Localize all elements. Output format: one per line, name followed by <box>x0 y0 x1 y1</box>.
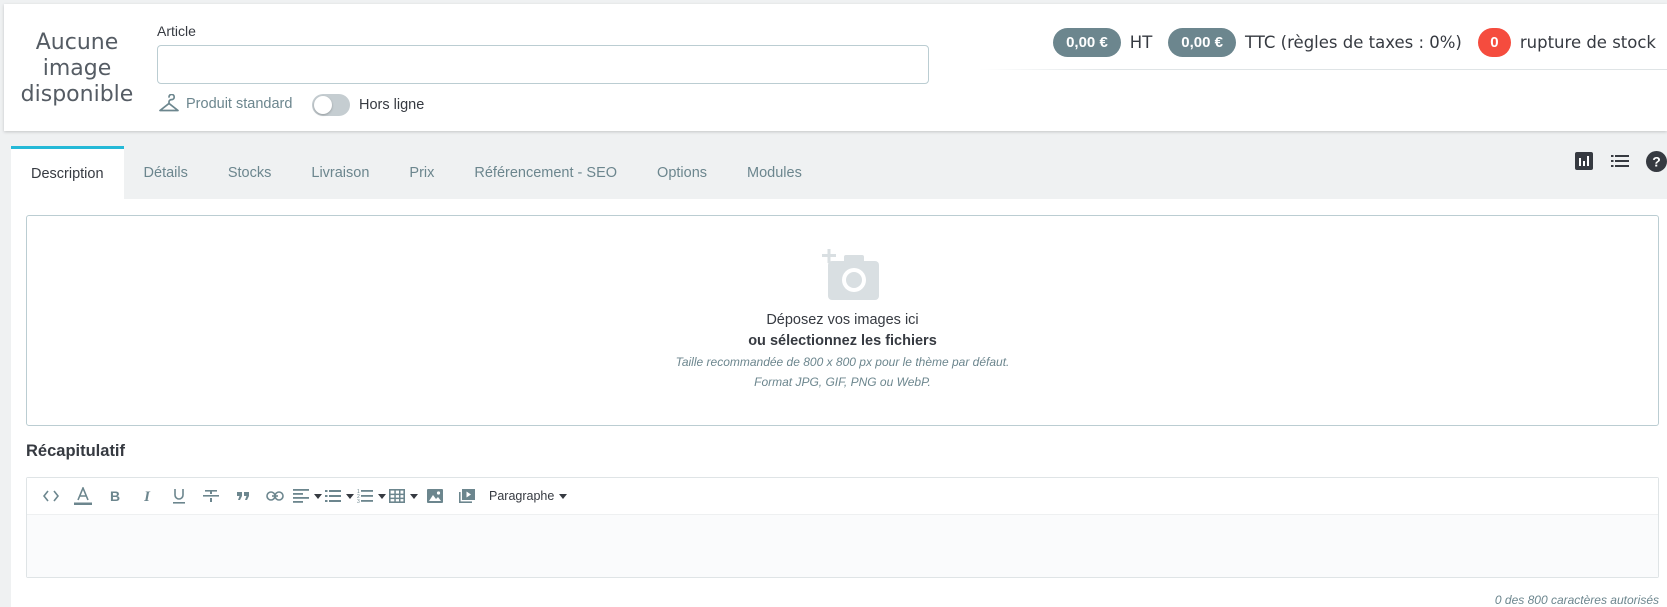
header-divider <box>979 69 1667 70</box>
tab-description[interactable]: Description <box>11 146 124 199</box>
svg-text:B: B <box>110 489 120 503</box>
chevron-down-icon <box>559 493 568 499</box>
summary-title: Récapitulatif <box>26 442 126 460</box>
price-ttc-label: TTC (règles de taxes : 0%) <box>1245 33 1462 52</box>
italic-icon[interactable]: I <box>131 483 163 509</box>
tab-stocks[interactable]: Stocks <box>208 146 292 199</box>
select-files-link[interactable]: ou sélectionnez les fichiers <box>27 333 1658 349</box>
tab-prix[interactable]: Prix <box>389 146 454 199</box>
svg-text:I: I <box>143 489 151 503</box>
bar-chart-icon[interactable] <box>1573 150 1595 172</box>
svg-text:?: ? <box>1652 153 1661 169</box>
tab-actions: ? <box>1573 150 1667 172</box>
article-name-input[interactable] <box>157 45 929 84</box>
numbered-list-icon[interactable]: 123 <box>355 483 387 509</box>
dropzone-main-text: Déposez vos images ici <box>766 312 919 328</box>
product-type-label: Produit standard <box>186 96 293 112</box>
bullet-list-icon[interactable] <box>323 483 355 509</box>
stock-status-label: rupture de stock <box>1519 33 1656 52</box>
price-ttc-badge: 0,00 € <box>1168 28 1237 57</box>
product-type-selector[interactable]: Produit standard <box>158 94 292 114</box>
image-dropzone[interactable]: Déposez vos images ici ou sélectionnez l… <box>26 215 1659 426</box>
character-counter: 0 des 800 caractères autorisés <box>1494 593 1659 607</box>
hanger-icon <box>159 94 179 112</box>
editor-toolbar: B I 1 2 3 Paragraphe <box>27 478 1658 515</box>
description-panel: Déposez vos images ici ou sélectionnez l… <box>11 199 1667 607</box>
chevron-down-icon <box>377 493 386 499</box>
quote-icon[interactable] <box>227 483 259 509</box>
tab-options[interactable]: Options <box>637 146 727 199</box>
chevron-down-icon <box>345 493 354 499</box>
toggle-knob <box>314 96 332 114</box>
tab-seo[interactable]: Référencement - SEO <box>454 146 637 199</box>
code-view-icon[interactable] <box>35 483 67 509</box>
dropzone-format-hint: Format JPG, GIF, PNG ou WebP. <box>754 375 931 389</box>
stock-count-badge: 0 <box>1477 28 1511 57</box>
tab-livraison[interactable]: Livraison <box>291 146 389 199</box>
online-toggle[interactable] <box>312 94 350 116</box>
price-summary: 0,00 € HT 0,00 € TTC (règles de taxes : … <box>1053 28 1656 57</box>
product-tabs: Description Détails Stocks Livraison Pri… <box>11 146 822 199</box>
underline-icon[interactable] <box>163 483 195 509</box>
article-label: Article <box>157 23 196 39</box>
paragraph-style-label: Paragraphe <box>489 489 555 503</box>
no-image-placeholder: Aucune image disponible <box>20 30 134 107</box>
summary-editor: B I 1 2 3 Paragraphe <box>26 477 1659 578</box>
dropzone-size-hint: Taille recommandée de 800 x 800 px pour … <box>675 355 1010 369</box>
video-icon[interactable] <box>451 483 483 509</box>
svg-text:3: 3 <box>357 499 360 503</box>
table-icon[interactable] <box>387 483 419 509</box>
online-toggle-label: Hors ligne <box>359 97 425 113</box>
summary-text-area[interactable] <box>27 515 1658 577</box>
product-header: Aucune image disponible Article Produit … <box>4 4 1667 131</box>
tab-details[interactable]: Détails <box>124 146 208 199</box>
list-icon[interactable] <box>1609 150 1631 172</box>
help-icon[interactable]: ? <box>1645 150 1667 172</box>
tab-modules[interactable]: Modules <box>727 146 822 199</box>
image-icon[interactable] <box>419 483 451 509</box>
price-ht-badge: 0,00 € <box>1053 28 1121 57</box>
strikethrough-icon[interactable] <box>195 483 227 509</box>
online-toggle-wrap: Hors ligne <box>312 94 424 116</box>
add-photo-icon <box>822 249 879 300</box>
chevron-down-icon <box>313 493 322 499</box>
paragraph-style-dropdown[interactable]: Paragraphe <box>483 483 573 509</box>
align-icon[interactable] <box>291 483 323 509</box>
link-icon[interactable] <box>259 483 291 509</box>
font-color-icon[interactable] <box>67 483 99 509</box>
price-ht-label: HT <box>1129 33 1153 52</box>
bold-icon[interactable]: B <box>99 483 131 509</box>
chevron-down-icon <box>409 493 418 499</box>
